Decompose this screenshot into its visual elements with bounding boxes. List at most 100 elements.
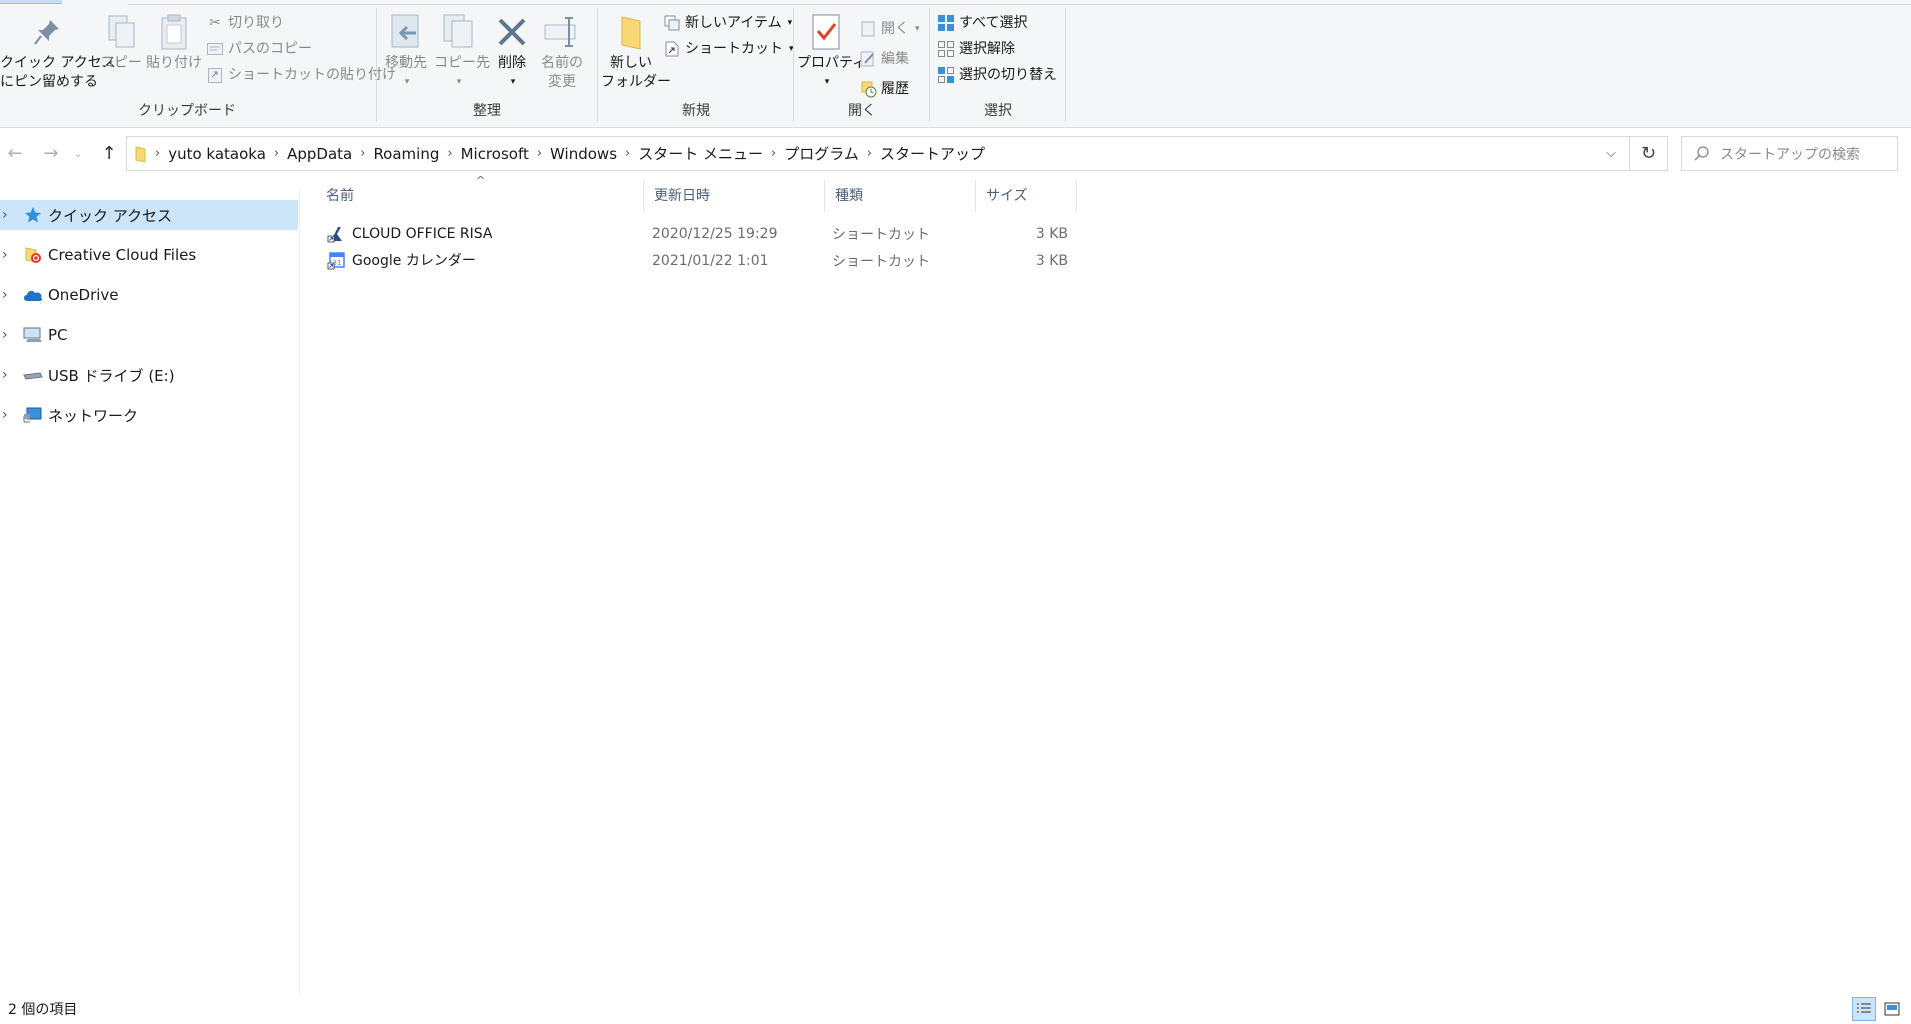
- open-button[interactable]: 開く ▾: [859, 18, 920, 40]
- open-dropdown-icon: ▾: [915, 24, 920, 34]
- new-group: 新しい フォルダー 新しいアイテム ▾ ショートカット ▾ 新規: [599, 6, 794, 126]
- cut-button[interactable]: ✂ 切り取り: [206, 12, 284, 34]
- new-item-button[interactable]: 新しいアイテム ▾: [663, 12, 792, 34]
- column-header-type[interactable]: 種類: [825, 180, 975, 212]
- chevron-right-icon[interactable]: ›: [625, 146, 630, 161]
- chevron-right-icon[interactable]: ›: [867, 146, 872, 161]
- search-box[interactable]: スタートアップの検索: [1681, 136, 1898, 171]
- properties-button[interactable]: プロパティ ▾: [797, 12, 866, 92]
- move-to-dropdown-icon: ▾: [404, 77, 410, 87]
- ribbon-tab-line: [128, 0, 1911, 5]
- nav-item-usb-drive[interactable]: › USB ドライブ (E:): [0, 360, 298, 390]
- recent-locations-button[interactable]: ⌄: [70, 138, 86, 168]
- column-header-size[interactable]: サイズ: [976, 180, 1076, 212]
- new-shortcut-button[interactable]: ショートカット ▾: [663, 38, 794, 60]
- paste-button[interactable]: 貼り付け: [146, 12, 202, 73]
- select-all-button[interactable]: すべて選択: [937, 12, 1027, 34]
- cloud-icon: [22, 284, 44, 306]
- paste-shortcut-button[interactable]: ショートカットの貼り付け: [206, 64, 396, 86]
- column-divider[interactable]: [1076, 180, 1077, 212]
- pin-icon: [27, 12, 67, 52]
- new-folder-label-line2: フォルダー: [601, 74, 671, 90]
- copy-to-button[interactable]: コピー先 ▾: [434, 12, 490, 92]
- select-none-icon: [937, 40, 955, 58]
- chevron-right-icon[interactable]: ›: [447, 146, 452, 161]
- new-folder-button[interactable]: 新しい フォルダー: [601, 12, 671, 92]
- breadcrumb-item[interactable]: Roaming: [373, 145, 439, 163]
- clipboard-group-label: クリップボード: [138, 103, 236, 119]
- google-calendar-shortcut-icon: 31: [326, 251, 346, 271]
- breadcrumb-item[interactable]: Windows: [550, 145, 617, 163]
- copy-to-icon: [438, 12, 478, 52]
- chevron-right-icon[interactable]: ›: [2, 327, 14, 343]
- history-button[interactable]: 履歴: [859, 78, 909, 100]
- address-history-dropdown[interactable]: ⌵: [1593, 137, 1629, 170]
- chevron-right-icon[interactable]: ›: [2, 207, 14, 223]
- invert-selection-label: 選択の切り替え: [959, 67, 1057, 83]
- move-to-label: 移動先: [385, 55, 427, 71]
- new-item-label: 新しいアイテム: [685, 15, 782, 31]
- column-header-name[interactable]: 名前: [316, 180, 643, 212]
- large-icons-view-button[interactable]: [1880, 997, 1904, 1021]
- copy-path-button[interactable]: パスのコピー: [206, 38, 312, 60]
- chevron-right-icon[interactable]: ›: [2, 247, 14, 263]
- select-none-label: 選択解除: [959, 41, 1015, 57]
- file-type: ショートカット: [832, 253, 930, 270]
- chevron-right-icon[interactable]: ›: [155, 146, 160, 161]
- ribbon-tab-indicator: [0, 0, 62, 4]
- breadcrumb-item[interactable]: Microsoft: [461, 145, 529, 163]
- select-none-button[interactable]: 選択解除: [937, 38, 1015, 60]
- table-row[interactable]: CLOUD OFFICE RISA 2020/12/25 19:29 ショートカ…: [316, 220, 1076, 247]
- table-row[interactable]: 31 Google カレンダー 2021/01/22 1:01 ショートカット 3…: [316, 247, 1076, 274]
- breadcrumb-item-current[interactable]: スタートアップ: [880, 143, 985, 164]
- chevron-right-icon[interactable]: ›: [274, 146, 279, 161]
- nav-item-quick-access[interactable]: › クイック アクセス: [0, 200, 298, 230]
- clipboard-icon: [154, 12, 194, 52]
- back-button[interactable]: ←: [2, 138, 28, 168]
- ribbon-divider: [1065, 8, 1066, 122]
- edit-label: 編集: [881, 51, 909, 67]
- rename-button[interactable]: 名前の 変更: [538, 12, 586, 92]
- file-date: 2020/12/25 19:29: [652, 225, 778, 242]
- chevron-right-icon[interactable]: ›: [2, 367, 14, 383]
- breadcrumb: › yuto kataoka › AppData › Roaming › Mic…: [127, 137, 985, 170]
- invert-selection-button[interactable]: 選択の切り替え: [937, 64, 1057, 86]
- nav-item-pc[interactable]: › PC: [0, 320, 298, 350]
- nav-item-onedrive[interactable]: › OneDrive: [0, 280, 298, 310]
- paste-label: 貼り付け: [146, 55, 202, 71]
- up-button[interactable]: ↑: [96, 138, 122, 168]
- delete-button[interactable]: 削除 ▾: [492, 12, 532, 92]
- copy-icon: [101, 12, 141, 52]
- nav-label: ネットワーク: [48, 406, 139, 425]
- forward-arrow-icon: →: [43, 142, 59, 164]
- forward-button[interactable]: →: [38, 138, 64, 168]
- chevron-right-icon[interactable]: ›: [771, 146, 776, 161]
- chevron-right-icon[interactable]: ›: [2, 287, 14, 303]
- properties-dropdown-icon: ▾: [824, 77, 830, 87]
- nav-label: OneDrive: [48, 286, 119, 304]
- nav-item-creative-cloud[interactable]: › Creative Cloud Files: [0, 240, 298, 270]
- column-header-date[interactable]: 更新日時: [644, 180, 824, 212]
- move-to-button[interactable]: 移動先 ▾: [382, 12, 430, 92]
- edit-button[interactable]: 編集: [859, 48, 909, 70]
- breadcrumb-item[interactable]: AppData: [287, 145, 352, 163]
- address-bar[interactable]: › yuto kataoka › AppData › Roaming › Mic…: [126, 136, 1630, 171]
- refresh-button[interactable]: ↻: [1630, 136, 1668, 171]
- copy-button[interactable]: コピー: [100, 12, 142, 73]
- copy-label: コピー: [100, 55, 142, 71]
- pin-to-quick-access-button[interactable]: クイック アクセス にピン留めする: [0, 12, 116, 92]
- chevron-right-icon[interactable]: ›: [360, 146, 365, 161]
- details-view-button[interactable]: [1852, 997, 1876, 1021]
- breadcrumb-item[interactable]: スタート メニュー: [638, 143, 763, 164]
- breadcrumb-item[interactable]: yuto kataoka: [168, 145, 266, 163]
- breadcrumb-item[interactable]: プログラム: [784, 143, 859, 164]
- new-folder-icon: [611, 12, 651, 52]
- chevron-right-icon[interactable]: ›: [2, 407, 14, 423]
- select-all-icon: [937, 14, 955, 32]
- large-icons-view-icon: [1884, 1002, 1900, 1016]
- search-placeholder: スタートアップの検索: [1720, 146, 1860, 163]
- chevron-right-icon[interactable]: ›: [537, 146, 542, 161]
- folder-icon: [135, 145, 147, 163]
- nav-item-network[interactable]: › ネットワーク: [0, 400, 298, 430]
- file-name-cell: 31 Google カレンダー: [326, 250, 476, 271]
